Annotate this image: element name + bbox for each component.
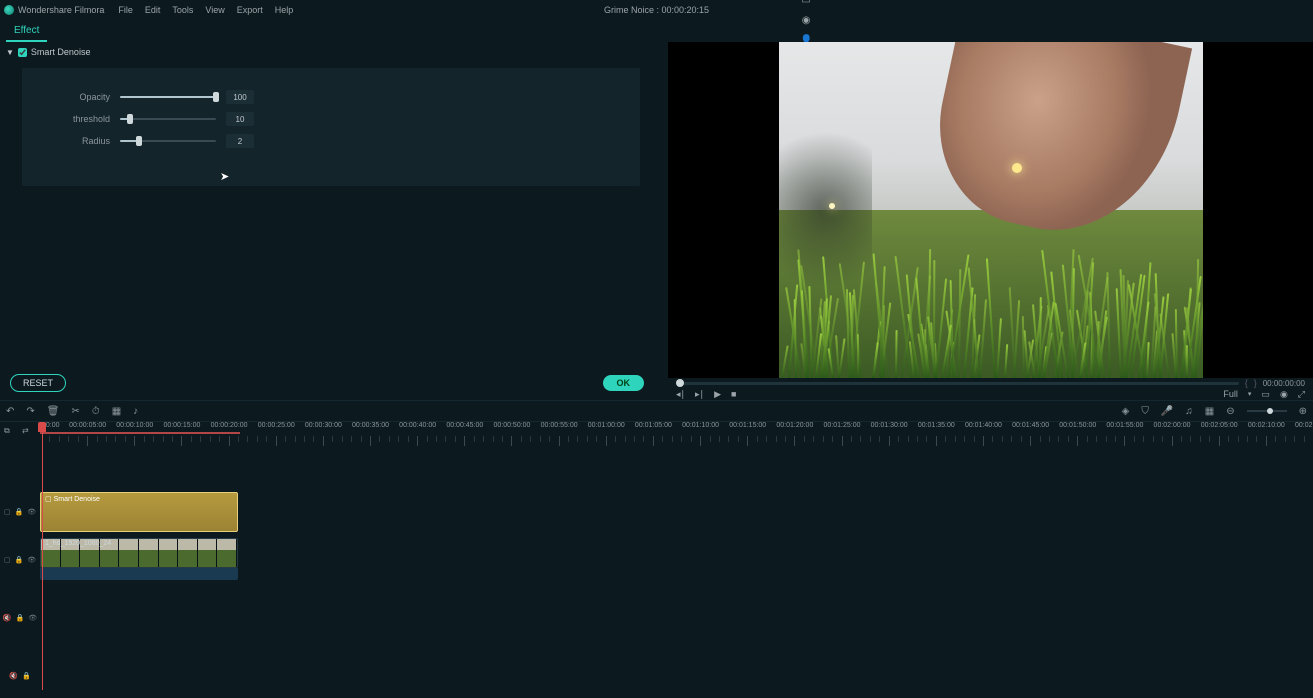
app-logo <box>4 5 14 15</box>
eye-icon[interactable]: 👁 <box>27 508 36 516</box>
effect-enable-checkbox[interactable] <box>18 48 27 57</box>
bracket-close-icon[interactable]: } <box>1254 378 1257 388</box>
timeline-clip-video[interactable]: 1_hd_1920_1080_24 <box>40 538 238 568</box>
display-icon[interactable]: ▭ <box>1261 389 1270 400</box>
track-head-2[interactable]: ▢ 🔒 👁 <box>0 538 40 582</box>
eye-icon[interactable]: 👁 <box>28 614 37 622</box>
tab-effect[interactable]: Effect <box>6 21 47 42</box>
shield-icon[interactable]: ⛉ <box>1141 406 1149 417</box>
chevron-down-icon[interactable]: ▾ <box>1248 390 1252 398</box>
mic2-icon[interactable]: 🎤 <box>1161 406 1173 417</box>
reset-button[interactable]: RESET <box>10 374 66 392</box>
lock-icon[interactable]: 🔒 <box>15 556 24 564</box>
track-head-3[interactable]: 🔇 🔒 👁 <box>0 596 40 640</box>
audio-icon[interactable]: ♪ <box>133 406 138 417</box>
scrub-time: 00:00:00:00 <box>1263 379 1305 388</box>
square-icon: ▢ <box>4 508 11 516</box>
menu-tools[interactable]: Tools <box>172 5 193 15</box>
effect-name: Smart Denoise <box>31 47 91 57</box>
param-label-threshold: threshold <box>50 114 110 124</box>
clip-video-label: 1_hd_1920_1080_24 <box>45 540 111 547</box>
mute-icon[interactable]: 🔇 <box>3 614 12 622</box>
square-icon: ▢ <box>4 556 11 564</box>
menu-help[interactable]: Help <box>275 5 294 15</box>
undo-icon[interactable]: ↶ <box>6 406 14 417</box>
clip-effect-label: Smart Denoise <box>54 496 100 503</box>
eye-icon[interactable]: 👁 <box>27 556 36 564</box>
track-head-4[interactable]: 🔇 🔒 <box>0 654 40 698</box>
time-ruler[interactable]: 00:0000:00:05:0000:00:10:0000:00:15:0000… <box>40 422 1313 448</box>
project-name: Grime Noice : 00:00:20:15 <box>604 5 709 15</box>
ok-button[interactable]: OK <box>603 375 645 391</box>
preview-monitor <box>668 42 1313 378</box>
timeline-toolbar: ↶ ↷ 🗑 ✂ ⏱ ▦ ♪ ◈ ⛉ 🎤 ♫ ▦ ⊖ ⊕ <box>0 400 1313 422</box>
zoom-out-icon[interactable]: ⊖ <box>1226 406 1234 417</box>
work-area-range[interactable] <box>40 432 240 434</box>
quality-dropdown[interactable]: Full <box>1223 389 1238 399</box>
redo-icon[interactable]: ↷ <box>26 406 34 417</box>
expand-icon[interactable]: ⤢ <box>1298 389 1305 400</box>
link-icon[interactable]: ⇄ <box>22 426 29 435</box>
lock-icon[interactable]: 🔒 <box>15 508 24 516</box>
scrub-bar[interactable] <box>676 382 1239 385</box>
play-pause-button[interactable]: ▸∣ <box>695 389 704 400</box>
effect-panel: Opacity 100 threshold 10 Radius 2 <box>22 68 640 186</box>
value-opacity[interactable]: 100 <box>226 90 254 104</box>
param-label-radius: Radius <box>50 136 110 146</box>
menu-edit[interactable]: Edit <box>145 5 161 15</box>
mixer-icon[interactable]: ♫ <box>1185 406 1193 417</box>
slider-threshold[interactable] <box>120 113 216 125</box>
play-button[interactable]: ▶ <box>714 389 721 400</box>
menu-view[interactable]: View <box>205 5 224 15</box>
delete-icon[interactable]: 🗑 <box>47 406 60 417</box>
cut-icon[interactable]: ✂ <box>71 406 79 417</box>
marker-icon[interactable]: ◈ <box>1122 406 1130 417</box>
app-title: Wondershare Filmora <box>18 5 104 15</box>
snapshot-icon[interactable]: ◉ <box>1280 389 1288 400</box>
value-threshold[interactable]: 10 <box>226 112 254 126</box>
crop-icon[interactable]: ▦ <box>112 406 121 417</box>
camera-icon[interactable]: ◉ <box>801 15 811 25</box>
value-radius[interactable]: 2 <box>226 134 254 148</box>
param-label-opacity: Opacity <box>50 92 110 102</box>
slider-radius[interactable] <box>120 135 216 147</box>
lock-icon[interactable]: 🔒 <box>22 672 31 680</box>
zoom-in-icon[interactable]: ⊕ <box>1299 406 1307 417</box>
menu-export[interactable]: Export <box>237 5 263 15</box>
bracket-open-icon[interactable]: { <box>1245 378 1248 388</box>
slider-opacity[interactable] <box>120 91 216 103</box>
main-menu: File Edit Tools View Export Help <box>118 5 293 15</box>
timeline-clip-effect[interactable]: ▢Smart Denoise <box>40 492 238 532</box>
track-head-1[interactable]: ▢ 🔒 👁 <box>0 490 40 534</box>
stop-button[interactable]: ■ <box>731 389 736 399</box>
playhead[interactable] <box>42 422 43 690</box>
chevron-down-icon[interactable]: ▼ <box>6 48 14 57</box>
magnet-icon[interactable]: ⧉ <box>4 426 10 436</box>
zoom-slider[interactable] <box>1247 410 1287 412</box>
note-icon[interactable]: ▭ <box>801 0 811 5</box>
timeline-clip-audio[interactable] <box>40 568 238 580</box>
speed-icon[interactable]: ⏱ <box>92 406 100 417</box>
grid-icon[interactable]: ▦ <box>1205 406 1214 417</box>
menu-file[interactable]: File <box>118 5 133 15</box>
mute-icon[interactable]: 🔇 <box>9 672 18 680</box>
prev-frame-button[interactable]: ◂∣ <box>676 389 685 400</box>
lock-icon[interactable]: 🔒 <box>16 614 25 622</box>
